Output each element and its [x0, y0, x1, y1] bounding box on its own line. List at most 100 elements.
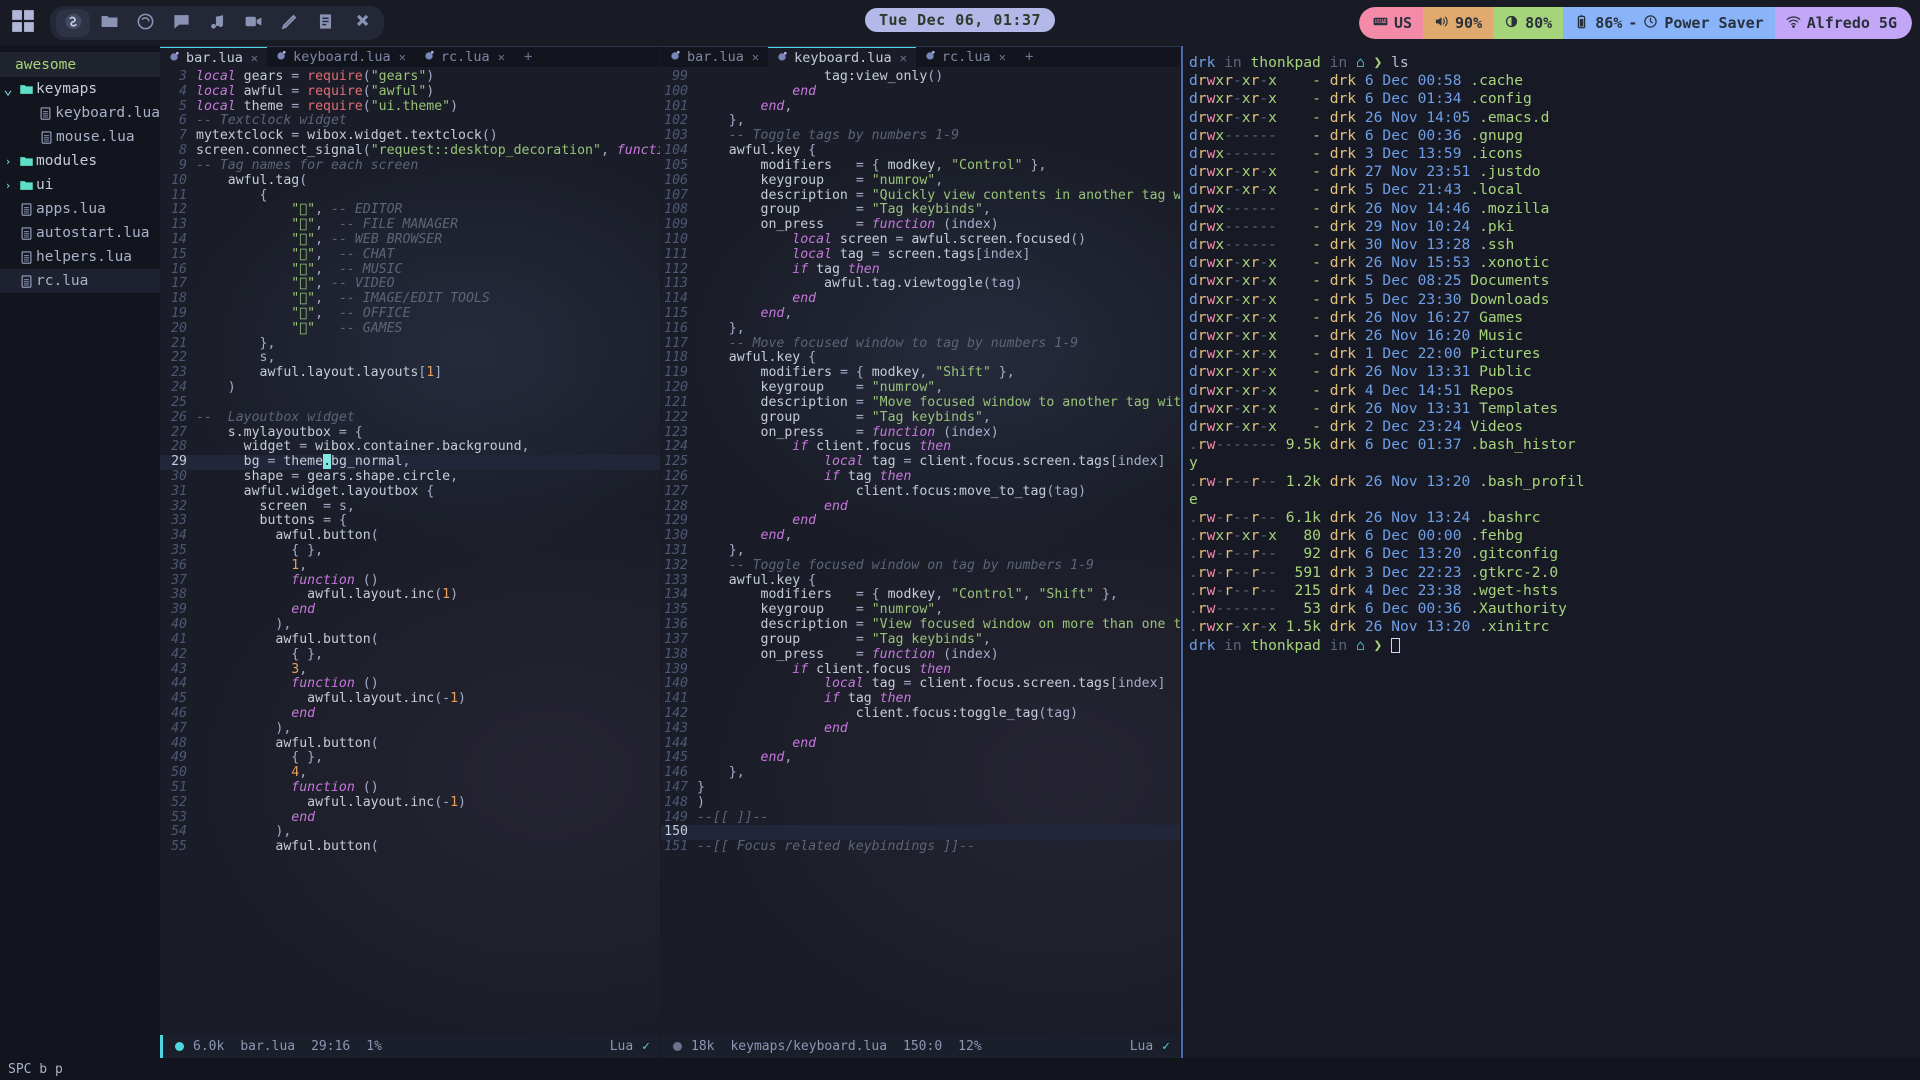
code-line[interactable]: 132 -- Toggle focused window on tag by n… — [661, 558, 1180, 574]
code-line[interactable]: 28 widget = wibox.container.background, — [160, 439, 660, 455]
clock-widget[interactable]: Tue Dec 06, 01:37 — [864, 8, 1056, 32]
new-tab-button[interactable]: + — [1015, 49, 1043, 65]
tab-rc-lua-left[interactable]: rc.lua ✕ — [415, 46, 514, 67]
code-line[interactable]: 118 awful.key { — [661, 351, 1180, 366]
code-line[interactable]: 44 function () — [160, 676, 660, 692]
tag-office[interactable] — [308, 9, 342, 37]
code-line[interactable]: 29 bg = theme.bg_normal, — [160, 454, 660, 470]
code-line[interactable]: 126 if tag then — [661, 469, 1180, 485]
close-icon[interactable]: ✕ — [251, 51, 258, 65]
tab-rc-lua-right[interactable]: rc.lua ✕ — [916, 46, 1015, 67]
tag-video[interactable] — [236, 9, 270, 37]
code-line[interactable]: 139 if client.focus then — [661, 662, 1180, 678]
code-line[interactable]: 107 description = "Quickly view contents… — [661, 188, 1180, 204]
tab-bar-lua-right[interactable]: bar.lua ✕ — [661, 46, 768, 67]
code-line[interactable]: 144 end — [661, 736, 1180, 752]
code-line[interactable]: 26 -- Layoutbox widget — [160, 410, 660, 426]
close-icon[interactable]: ✕ — [900, 51, 907, 65]
terminal-pane[interactable]: drk in thonkpad in ⌂ ❯ ls drwxr-xr-x - dr… — [1181, 46, 1920, 1058]
code-line[interactable]: 108 group = "Tag keybinds", — [661, 202, 1180, 218]
code-line[interactable]: 33 buttons = { — [160, 513, 660, 529]
code-line[interactable]: 137 group = "Tag keybinds", — [661, 632, 1180, 648]
code-line[interactable]: 105 modifiers = { modkey, "Control" }, — [661, 158, 1180, 174]
code-line[interactable]: 119 modifiers = { modkey, "Shift" }, — [661, 365, 1180, 381]
code-line[interactable]: 9 -- Tag names for each screen — [160, 158, 660, 174]
code-line[interactable]: 101 end, — [661, 99, 1180, 115]
code-line[interactable]: 12 "", -- EDITOR — [160, 202, 660, 218]
tab-bar-right[interactable]: bar.lua ✕ keyboard.lua ✕ rc.lua ✕ + — [661, 46, 1180, 67]
code-line[interactable]: 31 awful.widget.layoutbox { — [160, 484, 660, 500]
code-line[interactable]: 14 "", -- WEB BROWSER — [160, 232, 660, 248]
code-line[interactable]: 3 local gears = require("gears") — [160, 69, 660, 85]
code-line[interactable]: 99 tag:view_only() — [661, 69, 1180, 85]
tab-keyboard-lua-left[interactable]: keyboard.lua ✕ — [267, 46, 415, 67]
tag-editor[interactable] — [56, 9, 90, 37]
code-line[interactable]: 129 end — [661, 513, 1180, 529]
code-line[interactable]: 6 -- Textclock widget — [160, 114, 660, 129]
code-line[interactable]: 103 -- Toggle tags by numbers 1-9 — [661, 128, 1180, 144]
code-line[interactable]: 5 local theme = require("ui.theme") — [160, 99, 660, 115]
tree-item-keymaps[interactable]: ⌄ keymaps — [0, 77, 160, 101]
code-line[interactable]: 4 local awful = require("awful") — [160, 84, 660, 100]
code-line[interactable]: 52 awful.layout.inc(-1) — [160, 795, 660, 811]
code-line[interactable]: 46 end — [160, 706, 660, 722]
code-line[interactable]: 110 local screen = awful.screen.focused(… — [661, 232, 1180, 248]
code-line[interactable]: 17 "", -- VIDEO — [160, 276, 660, 292]
code-line[interactable]: 42 { }, — [160, 647, 660, 663]
code-line[interactable]: 131 }, — [661, 543, 1180, 559]
code-line[interactable]: 140 local tag = client.focus.screen.tags… — [661, 676, 1180, 692]
code-line[interactable]: 22 s, — [160, 351, 660, 366]
file-tree-list[interactable]: ⌄ keymaps keyboard.lua mouse.lua › modules › ui… — [0, 77, 160, 293]
tag-music[interactable] — [200, 9, 234, 37]
code-line[interactable]: 133 awful.key { — [661, 573, 1180, 589]
volume-widget[interactable]: 90% — [1423, 7, 1494, 39]
code-area-left[interactable]: 3 local gears = require("gears") 4 local aw… — [160, 67, 660, 1035]
tag-file-manager[interactable] — [92, 9, 126, 37]
code-line[interactable]: 123 on_press = function (index) — [661, 425, 1180, 441]
code-line[interactable]: 147} — [661, 780, 1180, 796]
code-line[interactable]: 19 "", -- OFFICE — [160, 306, 660, 322]
code-line[interactable]: 27 s.mylayoutbox = { — [160, 425, 660, 441]
code-line[interactable]: 148) — [661, 795, 1180, 811]
code-line[interactable]: 100 end — [661, 84, 1180, 100]
tag-games[interactable] — [344, 9, 378, 37]
code-line[interactable]: 47 ), — [160, 721, 660, 737]
code-line[interactable]: 151 --[[ Focus related keybindings ]]-- — [661, 839, 1180, 855]
tree-item-ui[interactable]: › ui — [0, 173, 160, 197]
code-line[interactable]: 37 function () — [160, 573, 660, 589]
tab-bar-left[interactable]: bar.lua ✕ keyboard.lua ✕ rc.lua ✕ + — [160, 46, 660, 67]
code-line[interactable]: 111 local tag = screen.tags[index] — [661, 247, 1180, 263]
code-line[interactable]: 25 — [160, 395, 660, 411]
code-line[interactable]: 117 -- Move focused window to tag by num… — [661, 336, 1180, 352]
network-widget[interactable]: Alfredo 5G — [1774, 7, 1912, 39]
code-line[interactable]: 124 if client.focus then — [661, 439, 1180, 455]
code-line[interactable]: 43 3, — [160, 662, 660, 678]
code-line[interactable]: 40 ), — [160, 617, 660, 633]
code-line[interactable]: 39 end — [160, 602, 660, 618]
tag-chat[interactable] — [164, 9, 198, 37]
keyboard-layout-widget[interactable]: US — [1358, 7, 1424, 39]
chevron-right-icon[interactable]: › — [0, 179, 16, 192]
code-line[interactable]: 10 awful.tag( — [160, 173, 660, 189]
code-line[interactable]: 102 }, — [661, 114, 1180, 129]
close-icon[interactable]: ✕ — [399, 50, 406, 64]
code-line[interactable]: 11 { — [160, 188, 660, 204]
code-line[interactable]: 106 keygroup = "numrow", — [661, 173, 1180, 189]
tree-item-autostart-lua[interactable]: autostart.lua — [0, 221, 160, 245]
code-line[interactable]: 150 — [661, 825, 1180, 841]
code-line[interactable]: 50 4, — [160, 765, 660, 781]
code-line[interactable]: 130 end, — [661, 528, 1180, 544]
new-tab-button[interactable]: + — [514, 49, 542, 65]
code-line[interactable]: 138 on_press = function (index) — [661, 647, 1180, 663]
code-line[interactable]: 113 awful.tag.viewtoggle(tag) — [661, 276, 1180, 292]
code-line[interactable]: 13 "", -- FILE MANAGER — [160, 217, 660, 233]
code-line[interactable]: 149 --[[ ]]-- — [661, 810, 1180, 826]
code-line[interactable]: 20 "" -- GAMES — [160, 321, 660, 337]
code-line[interactable]: 16 "", -- MUSIC — [160, 262, 660, 278]
code-line[interactable]: 35 { }, — [160, 543, 660, 559]
tag-list[interactable] — [50, 6, 384, 40]
code-line[interactable]: 136 description = "View focused window o… — [661, 617, 1180, 633]
tree-item-keyboard-lua[interactable]: keyboard.lua — [0, 101, 160, 125]
code-line[interactable]: 141 if tag then — [661, 691, 1180, 707]
code-line[interactable]: 115 end, — [661, 306, 1180, 322]
